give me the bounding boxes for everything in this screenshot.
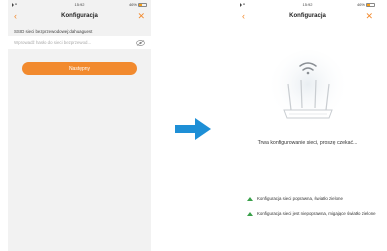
close-icon[interactable]: ✕ [365,11,373,21]
status-bar: 15:92 46% [236,0,379,9]
status-time: 15:92 [302,2,313,7]
status-time: 15:92 [74,2,85,7]
legend-text: Konfiguracja sieci jest niepoprawna, mig… [257,211,376,216]
next-button[interactable]: Następny [22,62,137,75]
back-icon[interactable]: ‹ [14,11,17,21]
configuring-message: Trwa konfigurowanie sieci, proszę czekać… [257,140,358,146]
battery-icon [366,2,375,7]
phone-screen-right: 15:92 46% ‹ Konfiguracja ✕ Trwa konfigur… [236,0,379,251]
nav-bar: ‹ Konfiguracja ✕ [8,9,151,23]
ssid-label: SSID sieci bezprzewodowej:dahuaguest [14,29,93,34]
back-icon[interactable]: ‹ [242,11,245,21]
legend-item-failure: Konfiguracja sieci jest niepoprawna, mig… [247,211,376,217]
legend-item-success: Konfiguracja sieci poprawna, światło zie… [247,196,343,202]
page-title: Konfiguracja [61,13,98,19]
nav-bar: ‹ Konfiguracja ✕ [236,9,379,23]
legend-text: Konfiguracja sieci poprawna, światło zie… [257,196,343,201]
close-icon[interactable]: ✕ [137,11,145,21]
password-field[interactable]: Wprowadź hasło do sieci bezprzewod... [8,36,151,49]
password-placeholder: Wprowadź hasło do sieci bezprzewod... [14,40,92,45]
page-title: Konfiguracja [289,13,326,19]
eye-icon[interactable] [136,39,145,46]
router-illustration [270,50,346,126]
status-bar: 15:92 46% [8,0,151,9]
green-light-icon [247,212,253,216]
battery-icon [138,2,147,7]
phone-screen-left: 15:92 46% ‹ Konfiguracja ✕ SSID sieci be… [8,0,151,251]
arrow-right-icon [175,118,211,140]
green-light-icon [247,197,253,201]
